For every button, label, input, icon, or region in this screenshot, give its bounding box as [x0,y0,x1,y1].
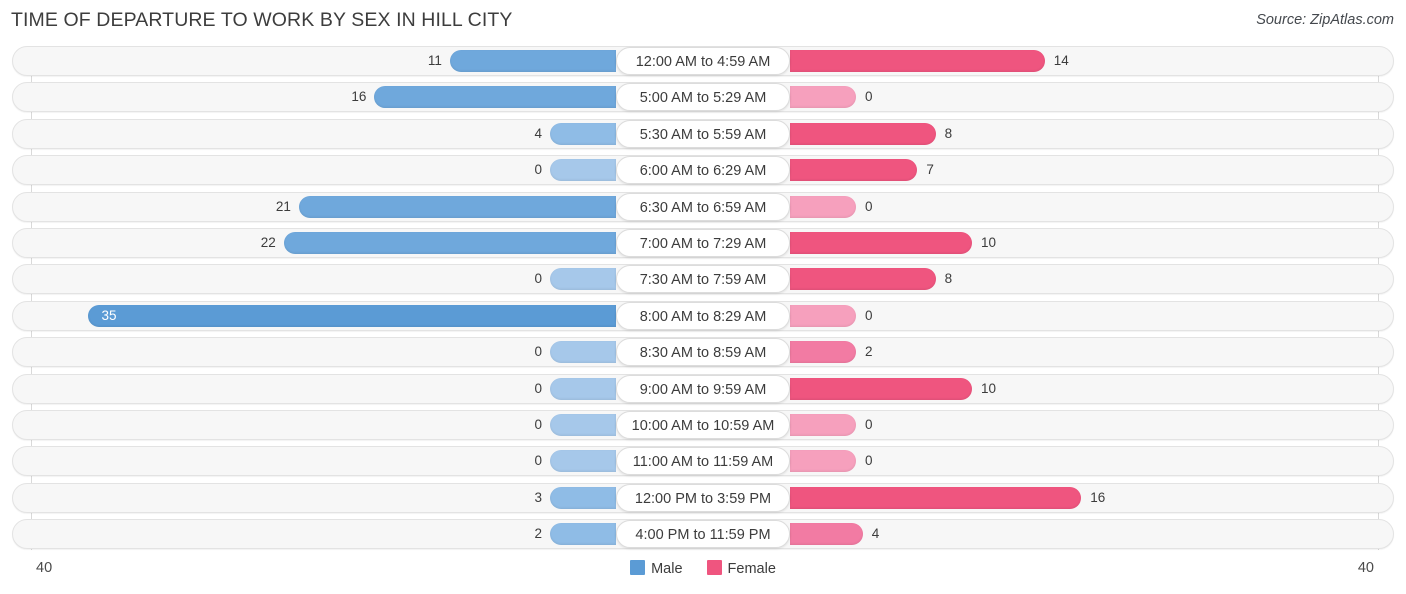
chart-row: 0 8 7:30 AM to 7:59 AM [0,264,1406,295]
male-bar [374,86,616,109]
female-value-label: 0 [865,453,873,469]
male-value-label: 4 [534,125,542,141]
female-value-label: 4 [871,526,880,542]
male-bar [550,159,616,182]
female-bar [790,450,856,473]
chart-row: 35 0 8:00 AM to 8:29 AM [0,300,1406,331]
female-value-label: 10 [981,234,997,250]
female-value-label: 16 [1090,489,1106,505]
male-value-label: 16 [351,89,367,105]
female-value-label: 14 [1053,53,1069,68]
category-label: 9:00 AM to 9:59 AM [616,374,790,403]
chart-row: 0 0 10:00 AM to 10:59 AM [0,409,1406,440]
male-bar [550,486,616,509]
legend-item-female[interactable]: Female [706,560,776,577]
male-value-label: 0 [534,453,542,469]
male-value-label: 3 [534,489,542,505]
female-bar [790,122,936,145]
chart-row: 11 14 12:00 AM to 4:59 AM [0,46,1406,76]
legend-swatch-icon [630,560,646,575]
female-value-label: 8 [944,125,953,141]
male-value-label: 2 [534,526,542,542]
chart-row: 3 16 12:00 PM to 3:59 PM [0,482,1406,513]
chart-row: 22 10 7:00 AM to 7:29 AM [0,227,1406,258]
chart-row: 21 0 6:30 AM to 6:59 AM [0,191,1406,222]
female-bar [790,231,972,254]
male-bar [283,231,616,254]
category-label: 5:00 AM to 5:29 AM [616,83,790,112]
female-bar [790,86,856,109]
chart-footer: 40 40 Male Female [0,550,1406,594]
category-label: 5:30 AM to 5:59 AM [616,119,790,148]
chart-header: TIME OF DEPARTURE TO WORK BY SEX IN HILL… [0,0,1406,46]
female-value-label: 0 [865,89,873,105]
male-bar [550,122,616,145]
male-value-label: 0 [534,271,542,287]
category-label: 12:00 AM to 4:59 AM [616,47,790,75]
female-bar [790,341,856,364]
legend-label: Female [727,561,776,577]
female-bar [790,195,856,218]
male-bar [550,341,616,364]
category-label: 4:00 PM to 11:59 PM [616,520,790,549]
category-label: 6:00 AM to 6:29 AM [616,156,790,185]
male-value-label: 11 [427,53,442,68]
male-bar [550,413,616,436]
female-bar [790,377,972,400]
chart-row: 4 8 5:30 AM to 5:59 AM [0,118,1406,149]
male-bar [87,304,616,327]
male-value-label: 22 [260,234,276,250]
category-label: 7:30 AM to 7:59 AM [616,265,790,294]
female-value-label: 8 [944,271,953,287]
female-value-label: 0 [865,307,873,323]
male-value-label: 35 [101,307,117,323]
chart-row: 0 2 8:30 AM to 8:59 AM [0,337,1406,368]
category-label: 12:00 PM to 3:59 PM [616,483,790,512]
chart-legend: Male Female [0,560,1406,577]
category-label: 8:00 AM to 8:29 AM [616,301,790,330]
female-value-label: 0 [865,416,873,432]
male-value-label: 0 [534,344,542,360]
category-label: 11:00 AM to 11:59 AM [616,447,790,476]
source-attribution: Source: ZipAtlas.com [1256,12,1394,28]
category-label: 10:00 AM to 10:59 AM [616,410,790,439]
female-value-label: 10 [981,380,997,396]
female-bar [790,304,856,327]
female-value-label: 0 [865,198,873,214]
chart-row: 16 0 5:00 AM to 5:29 AM [0,82,1406,113]
female-bar [790,159,918,182]
female-value-label: 7 [926,162,934,178]
male-value-label: 0 [534,416,542,432]
male-bar [449,50,616,72]
female-bar [790,413,856,436]
male-bar [550,523,616,546]
female-bar [790,486,1082,509]
legend-item-male[interactable]: Male [630,560,683,577]
female-bar [790,50,1045,72]
chart-row: 0 0 11:00 AM to 11:59 AM [0,446,1406,477]
female-value-label: 2 [865,344,873,360]
male-value-label: 21 [275,198,291,214]
male-bar [550,268,616,291]
legend-swatch-icon [706,560,722,575]
category-label: 6:30 AM to 6:59 AM [616,192,790,221]
female-bar [790,268,936,291]
chart-rows: 11 14 12:00 AM to 4:59 AM 16 0 5:00 AM to 5:2… [0,46,1406,555]
male-value-label: 0 [534,380,542,396]
male-bar [298,195,616,218]
chart-row: 0 7 6:00 AM to 6:29 AM [0,155,1406,186]
legend-label: Male [651,561,683,577]
category-label: 7:00 AM to 7:29 AM [616,228,790,257]
page-title: TIME OF DEPARTURE TO WORK BY SEX IN HILL… [11,9,513,31]
chart-plot-area: 11 14 12:00 AM to 4:59 AM 16 0 5:00 AM to 5:2… [0,46,1406,550]
category-label: 8:30 AM to 8:59 AM [616,338,790,367]
male-bar [550,377,616,400]
chart-row: 2 4 4:00 PM to 11:59 PM [0,519,1406,550]
female-bar [790,523,863,546]
male-value-label: 0 [534,162,542,178]
male-bar [550,450,616,473]
chart-row: 0 10 9:00 AM to 9:59 AM [0,373,1406,404]
